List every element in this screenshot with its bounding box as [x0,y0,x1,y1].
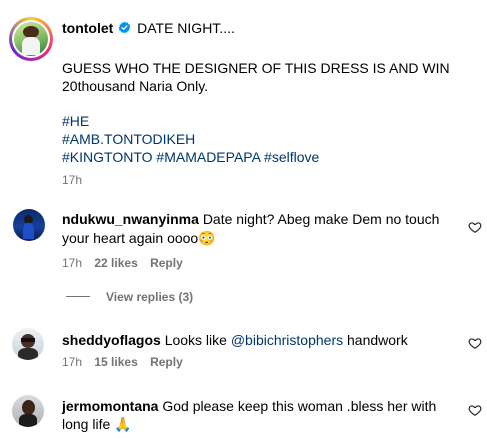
comment-2-text: Looks like [164,332,227,348]
comment-1-username[interactable]: ndukwu_nwanyinma [62,211,199,227]
post-author-avatar[interactable] [9,17,53,61]
comment-1-time[interactable]: 17h [62,256,82,270]
post-timestamp[interactable]: 17h [62,173,82,187]
comment-1-text-2: your heart again oooo [62,230,199,246]
comment-3-text: God please keep this woman .bless her wi… [162,398,437,414]
post-author-username[interactable]: tontolet [62,20,113,36]
comment-2-meta: 17h 15 likes Reply [62,355,183,369]
caption-line-1: GUESS WHO THE DESIGNER OF THIS DRESS IS … [62,60,450,76]
folded-hands-emoji: 🙏 [114,416,132,432]
hashtag-kingtonto[interactable]: #KINGTONTO [62,149,153,165]
comment-1-meta: 17h 22 likes Reply [62,256,183,270]
view-replies-divider [66,296,90,297]
comment-3-line-2: long life 🙏 [62,415,132,433]
comment-2-reply-button[interactable]: Reply [150,355,183,369]
heart-icon[interactable] [468,220,482,234]
comment-2-text-post: handwork [347,332,408,348]
comment-avatar[interactable] [13,209,45,241]
caption-title: DATE NIGHT.... [137,20,235,36]
comment-1-reply-button[interactable]: Reply [150,256,183,270]
comment-2-username[interactable]: sheddyoflagos [62,332,161,348]
flushed-face-emoji: 😳 [198,230,216,246]
heart-icon[interactable] [468,336,482,350]
comment-1-line-2: your heart again oooo😳 [62,229,216,247]
comment-1-likes[interactable]: 22 likes [94,256,137,270]
hashtag-mamadepapa[interactable]: #MAMADEPAPA [156,149,260,165]
comment-2-time[interactable]: 17h [62,355,82,369]
comment-2-mention[interactable]: @bibichristophers [231,332,343,348]
post-header: tontolet DATE NIGHT.... [62,19,235,37]
comment-avatar[interactable] [12,328,44,360]
comment-3-username[interactable]: jermomontana [62,398,158,414]
hashtag-amb-tontodikeh[interactable]: #AMB.TONTODIKEH [62,130,195,148]
view-replies-button[interactable]: View replies (3) [106,290,193,304]
hashtag-he[interactable]: #HE [62,112,89,130]
comment-avatar[interactable] [12,395,44,427]
hashtag-row: #KINGTONTO #MAMADEPAPA #selflove [62,148,319,166]
caption-line-2: 20thousand Naria Only. [62,78,209,94]
comment-2-line-1: sheddyoflagos Looks like @bibichristophe… [62,331,408,349]
hashtag-selflove[interactable]: #selflove [264,149,319,165]
comment-1-text: Date night? Abeg make Dem no touch [202,211,440,227]
comment-2-likes[interactable]: 15 likes [94,355,137,369]
verified-badge-icon [118,21,131,34]
comment-1-line-1: ndukwu_nwanyinma Date night? Abeg make D… [62,210,439,228]
comment-3-line-1: jermomontana God please keep this woman … [62,397,436,415]
heart-icon[interactable] [468,403,482,417]
comment-3-text-2: long life [62,416,111,432]
